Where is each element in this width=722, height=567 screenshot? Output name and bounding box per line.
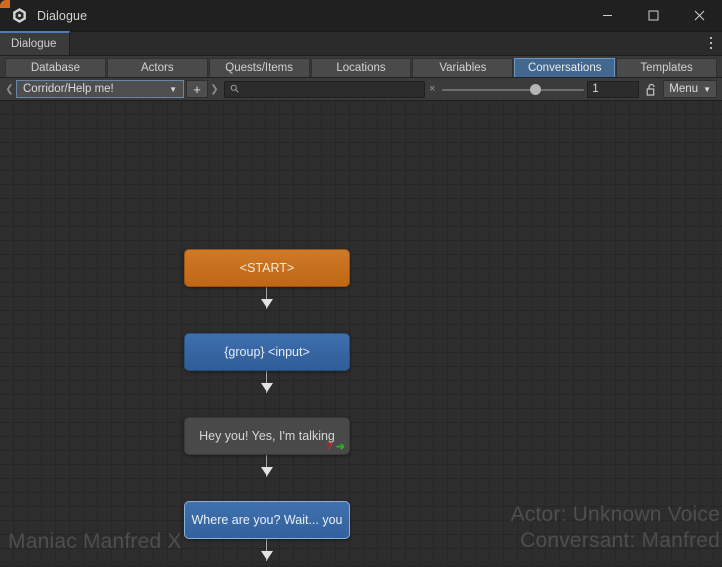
conversation-dropdown-value: Corridor/Help me! — [23, 83, 114, 95]
chevron-left-icon[interactable]: ❮ — [3, 79, 16, 99]
tab-quests-items[interactable]: Quests/Items — [208, 58, 310, 77]
node-text: {group} <input> — [224, 345, 310, 359]
actor-watermark: Actor: Unknown Voice — [510, 502, 720, 526]
menu-dropdown[interactable]: Menu ▼ — [663, 80, 717, 98]
title-bar: Dialogue — [0, 0, 722, 32]
close-button[interactable] — [676, 0, 722, 32]
arrowhead-icon — [261, 551, 273, 560]
close-icon: × — [429, 83, 436, 95]
main-tab-strip: Database Actors Quests/Items Locations V… — [0, 56, 722, 78]
tab-label: Templates — [640, 62, 693, 74]
arrowhead-icon — [261, 299, 273, 308]
search-icon — [230, 80, 239, 98]
dialogue-node-npc2-selected[interactable]: Where are you? Wait... you — [184, 501, 350, 539]
conversation-title-watermark: Maniac Manfred X — [8, 530, 182, 553]
tab-templates[interactable]: Templates — [616, 58, 718, 77]
conversation-dropdown[interactable]: Corridor/Help me! ▼ — [16, 80, 184, 98]
tab-label: Actors — [140, 62, 174, 74]
node-status-icons: ? ➜ — [326, 442, 345, 453]
dock-tab-dialogue[interactable]: Dialogue — [0, 31, 71, 55]
node-text: <START> — [239, 261, 295, 275]
zoom-slider-knob[interactable] — [530, 84, 542, 95]
conversant-watermark: Conversant: Manfred — [520, 528, 720, 552]
tab-locations[interactable]: Locations — [310, 58, 412, 77]
tab-label: Locations — [336, 62, 386, 74]
window-controls — [584, 0, 722, 32]
search-input[interactable] — [244, 83, 420, 95]
tab-actors[interactable]: Actors — [106, 58, 208, 77]
clear-search-button[interactable]: × — [425, 79, 439, 99]
tab-label: Variables — [439, 62, 487, 74]
zoom-value: 1 — [592, 83, 599, 95]
tab-database[interactable]: Database — [5, 58, 106, 77]
zoom-slider-track — [442, 88, 585, 91]
plus-icon: + — [193, 81, 201, 97]
arrowhead-icon — [261, 467, 273, 476]
unity-cube-icon — [11, 7, 28, 24]
tab-conversations[interactable]: Conversations — [514, 58, 616, 77]
tab-variables[interactable]: Variables — [412, 58, 514, 77]
unlocked-padlock-icon[interactable] — [641, 79, 661, 99]
dock-tab-label: Dialogue — [11, 38, 57, 50]
node-text: Where are you? Wait... you — [191, 513, 343, 527]
dock-tab-row: Dialogue — [0, 31, 722, 56]
dialogue-editor-window: Dialogue Dialogue Database Actors Quests… — [0, 0, 722, 567]
chevron-down-icon: ▼ — [703, 84, 711, 94]
title-bar-left: Dialogue — [0, 7, 87, 24]
maximize-button[interactable] — [630, 0, 676, 32]
minimize-button[interactable] — [584, 0, 630, 32]
search-field[interactable] — [224, 80, 426, 98]
condition-icon: ? — [326, 441, 333, 453]
tab-label: Database — [30, 62, 81, 74]
script-icon: ➜ — [335, 441, 345, 453]
node-text: Hey you! Yes, I'm talking — [199, 429, 335, 443]
add-conversation-button[interactable]: + — [186, 80, 208, 98]
window-title: Dialogue — [37, 8, 88, 23]
zoom-slider[interactable] — [442, 79, 585, 99]
arrowhead-icon — [261, 383, 273, 392]
tab-label: Conversations — [527, 62, 602, 74]
kebab-menu-icon[interactable] — [700, 31, 722, 55]
chevron-right-icon[interactable]: ❯ — [208, 79, 221, 99]
dialogue-node-start[interactable]: <START> — [184, 249, 350, 287]
tab-label: Quests/Items — [225, 62, 294, 74]
dialogue-node-group[interactable]: {group} <input> — [184, 333, 350, 371]
dialogue-canvas[interactable]: <START> {group} <input> Hey you! Yes, I'… — [0, 101, 722, 564]
actor-conversant-watermark: Actor: Unknown Voice Conversant: Manfred — [511, 502, 720, 555]
zoom-value-field[interactable]: 1 — [587, 80, 640, 98]
dialogue-node-npc1[interactable]: Hey you! Yes, I'm talking ? ➜ — [184, 417, 350, 455]
conversation-toolbar: ❮ Corridor/Help me! ▼ + ❯ × 1 Menu ▼ — [0, 78, 722, 101]
chevron-down-icon: ▼ — [169, 84, 177, 94]
menu-label: Menu — [669, 83, 699, 95]
